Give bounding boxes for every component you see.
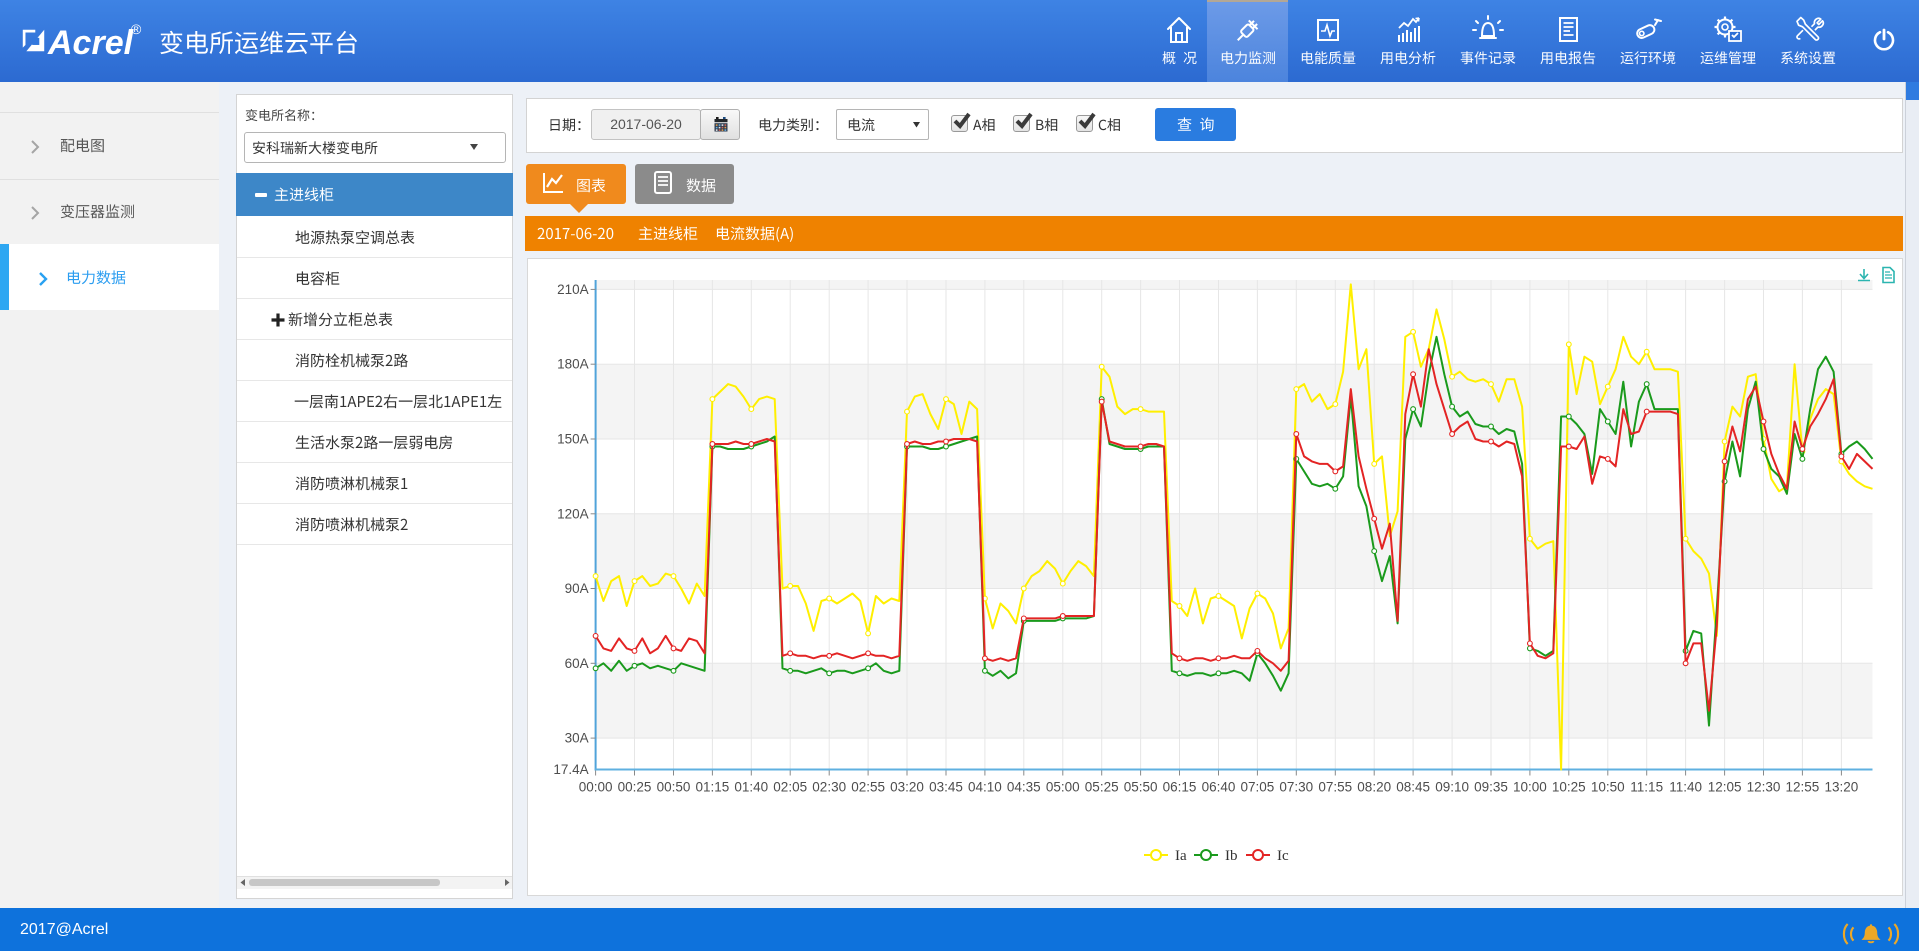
svg-text:90A: 90A — [565, 581, 589, 596]
svg-text:03:45: 03:45 — [929, 780, 963, 795]
svg-text:03:20: 03:20 — [890, 780, 924, 795]
svg-text:01:40: 01:40 — [734, 780, 768, 795]
svg-text:02:30: 02:30 — [812, 780, 846, 795]
svg-text:07:30: 07:30 — [1279, 780, 1313, 795]
svg-text:12:55: 12:55 — [1786, 780, 1820, 795]
svg-text:11:40: 11:40 — [1669, 780, 1702, 795]
svg-text:10:00: 10:00 — [1513, 780, 1547, 795]
svg-text:11:15: 11:15 — [1630, 780, 1663, 795]
svg-text:Ib: Ib — [1225, 848, 1238, 864]
svg-text:12:05: 12:05 — [1708, 780, 1742, 795]
svg-text:00:00: 00:00 — [579, 780, 613, 795]
svg-text:09:10: 09:10 — [1435, 780, 1469, 795]
svg-text:05:50: 05:50 — [1124, 780, 1158, 795]
svg-text:05:00: 05:00 — [1046, 780, 1080, 795]
svg-text:30A: 30A — [565, 731, 589, 746]
svg-text:07:05: 07:05 — [1241, 780, 1275, 795]
svg-text:17.4A: 17.4A — [553, 762, 588, 777]
svg-text:Ic: Ic — [1277, 848, 1289, 864]
svg-text:01:15: 01:15 — [696, 780, 730, 795]
svg-text:Ia: Ia — [1175, 848, 1187, 864]
svg-text:00:25: 00:25 — [618, 780, 652, 795]
svg-text:60A: 60A — [565, 656, 589, 671]
svg-text:210A: 210A — [557, 282, 589, 297]
svg-text:04:35: 04:35 — [1007, 780, 1041, 795]
svg-text:150A: 150A — [557, 432, 589, 447]
svg-text:08:45: 08:45 — [1396, 780, 1430, 795]
svg-text:05:25: 05:25 — [1085, 780, 1119, 795]
svg-text:08:20: 08:20 — [1357, 780, 1391, 795]
svg-text:02:55: 02:55 — [851, 780, 885, 795]
svg-text:10:50: 10:50 — [1591, 780, 1625, 795]
svg-text:07:55: 07:55 — [1318, 780, 1352, 795]
svg-text:06:40: 06:40 — [1202, 780, 1236, 795]
svg-text:10:25: 10:25 — [1552, 780, 1586, 795]
svg-text:120A: 120A — [557, 506, 589, 521]
svg-text:13:20: 13:20 — [1825, 780, 1859, 795]
svg-text:04:10: 04:10 — [968, 780, 1002, 795]
svg-text:00:50: 00:50 — [657, 780, 691, 795]
svg-text:180A: 180A — [557, 357, 589, 372]
svg-text:09:35: 09:35 — [1474, 780, 1508, 795]
svg-text:12:30: 12:30 — [1747, 780, 1781, 795]
svg-text:02:05: 02:05 — [773, 780, 807, 795]
svg-text:06:15: 06:15 — [1163, 780, 1197, 795]
